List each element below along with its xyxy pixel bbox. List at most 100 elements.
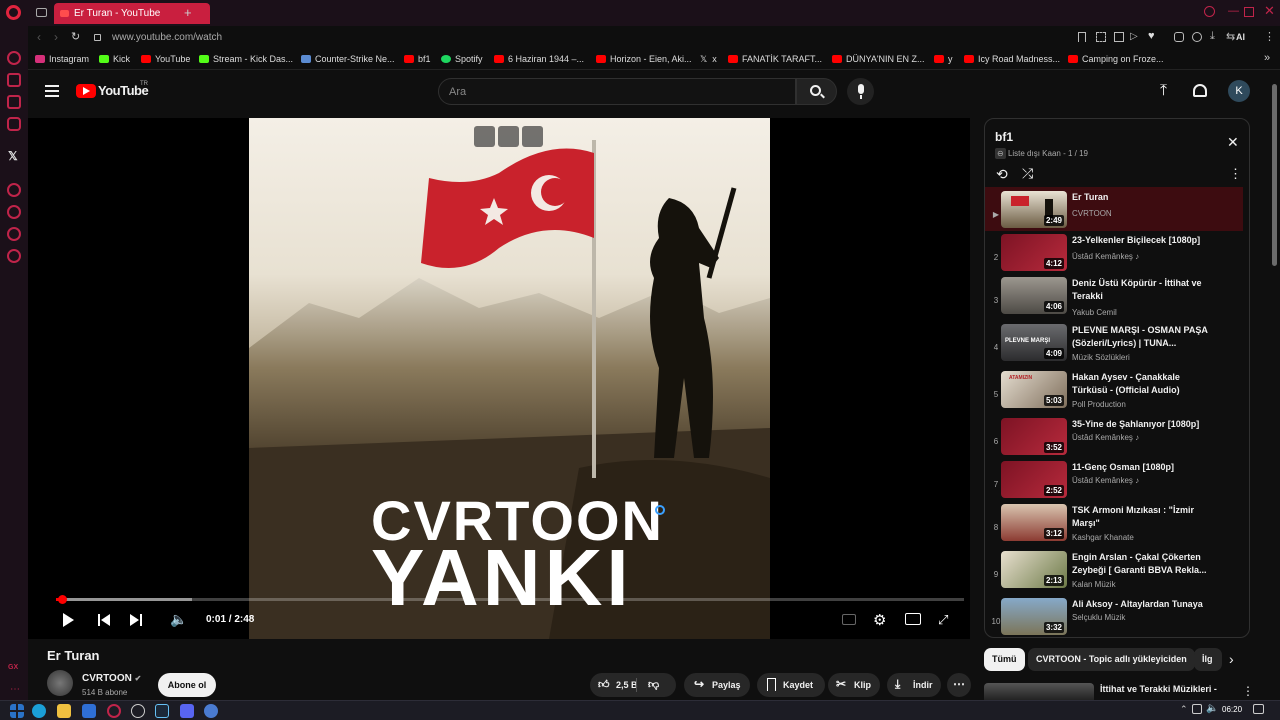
ai-button[interactable]: AI xyxy=(1236,32,1245,42)
bookmark-item[interactable]: Spotify xyxy=(441,54,483,64)
edge-browser-icon[interactable] xyxy=(32,704,46,718)
like-button[interactable]: 👍︎ 2,5 B 👎︎ xyxy=(590,673,676,697)
settings-icon[interactable] xyxy=(7,249,21,263)
channel-name[interactable]: CVRTOON ✔ xyxy=(82,673,141,684)
video-artwork[interactable]: CVRTOON YANKI xyxy=(249,118,770,639)
chip-all[interactable]: Tümü xyxy=(984,648,1025,671)
whatsapp-icon[interactable] xyxy=(7,227,21,241)
chip-uploader[interactable]: CVRTOON - Topic adlı yükleyiciden xyxy=(1028,648,1195,671)
bookmark-item[interactable]: Kick xyxy=(99,54,130,64)
search-input[interactable]: Ara xyxy=(438,78,796,105)
miniplayer-button[interactable] xyxy=(474,126,495,147)
clock-time[interactable]: 06:20 xyxy=(1222,705,1242,714)
file-explorer-icon[interactable] xyxy=(57,704,71,718)
network-icon[interactable] xyxy=(1192,704,1202,714)
bookmark-item[interactable]: y xyxy=(934,54,953,64)
x-twitter-icon[interactable]: 𝕏 xyxy=(8,149,18,163)
bookmark-item[interactable]: Stream - Kick Das... xyxy=(199,54,293,64)
playlist-item[interactable]: 6 3:52 35-Yine de Şahlanıyor [1080p] Üst… xyxy=(985,418,1243,461)
bookmark-item[interactable]: bf1 xyxy=(404,54,431,64)
upload-icon[interactable]: ⤒ xyxy=(1160,82,1167,100)
heart-icon[interactable]: ♥ xyxy=(1148,30,1155,42)
bookmark-item[interactable]: Counter-Strike Ne... xyxy=(301,54,395,64)
avatar[interactable]: K xyxy=(1228,80,1250,102)
bookmark-item[interactable]: Icy Road Madness... xyxy=(964,54,1060,64)
thumbs-down-icon[interactable]: 👎︎ xyxy=(648,678,659,691)
play-icon[interactable]: ▷ xyxy=(1130,31,1138,42)
previous-button[interactable] xyxy=(98,613,112,627)
more-actions-button[interactable]: ⋯ xyxy=(947,673,971,697)
tab-snap-icon[interactable] xyxy=(1114,32,1124,42)
progress-bar[interactable] xyxy=(56,595,964,604)
next-in-queue-button[interactable] xyxy=(498,126,519,147)
extensions-icon[interactable] xyxy=(1174,32,1184,42)
progress-scrubber[interactable] xyxy=(58,595,67,604)
recommendation-thumbnail[interactable] xyxy=(984,683,1094,700)
theater-mode-button[interactable] xyxy=(905,613,921,625)
subtitles-button[interactable] xyxy=(842,614,856,625)
save-button[interactable]: Kaydet xyxy=(757,673,825,697)
forward-icon[interactable]: › xyxy=(54,30,58,44)
reload-icon[interactable]: ↻ xyxy=(71,30,80,43)
playlist-item[interactable]: 7 2:52 11-Genç Osman [1080p] Üstâd Kemân… xyxy=(985,461,1243,504)
minimize-button[interactable]: — xyxy=(1228,5,1239,17)
back-icon[interactable]: ‹ xyxy=(37,30,41,44)
bookmark-item[interactable]: Horizon - Eien, Aki... xyxy=(596,54,692,64)
bookmark-item[interactable]: FANATİK TARAFT... xyxy=(728,54,822,64)
bookmark-item[interactable]: DÜNYA'NIN EN Z... xyxy=(832,54,925,64)
playlist-item[interactable]: 9 2:13 Engin Arslan - Çakal Çökerten Zey… xyxy=(985,551,1243,594)
playlist-item[interactable]: 10 3:32 Ali Aksoy - Altaylardan Tunaya S… xyxy=(985,598,1243,637)
extension2-icon[interactable] xyxy=(1192,32,1202,42)
clock-app-icon[interactable] xyxy=(131,704,145,718)
crypto-wallet-icon[interactable] xyxy=(7,73,21,87)
chip-related[interactable]: İlg xyxy=(1194,648,1222,671)
history-icon[interactable] xyxy=(7,205,21,219)
discord-icon[interactable] xyxy=(180,704,194,718)
playlist-scroll[interactable]: ▶ 2:49 Er Turan CVRTOON 2 4:12 23-Yelken… xyxy=(985,187,1243,637)
playlist-item[interactable]: 8 3:12 TSK Armoni Mızıkası : "İzmir Marş… xyxy=(985,504,1243,547)
close-playlist-icon[interactable]: ✕ xyxy=(1227,134,1239,151)
play-button[interactable] xyxy=(63,613,74,627)
tray-chevron-icon[interactable]: ⌃ xyxy=(1180,704,1188,715)
mail-icon[interactable] xyxy=(82,704,96,718)
bookmark-item[interactable]: 𝕏x xyxy=(700,54,717,65)
hamburger-menu-icon[interactable] xyxy=(45,85,59,97)
app-taskbar-icon[interactable] xyxy=(204,704,218,718)
channel-avatar[interactable] xyxy=(47,670,73,696)
playlist-item[interactable]: 3 4:06 Deniz Üstü Köpürür - İttihat ve T… xyxy=(985,277,1243,320)
recommendation-title[interactable]: İttihat ve Terakki Müzikleri - xyxy=(1100,684,1217,694)
bookmark-item[interactable]: Camping on Froze... xyxy=(1068,54,1164,64)
search-button[interactable] xyxy=(796,78,837,105)
start-windows-icon[interactable] xyxy=(10,704,24,718)
url-field[interactable]: www.youtube.com/watch xyxy=(112,32,222,43)
share-button[interactable]: ↪ Paylaş xyxy=(684,673,750,697)
instagram-icon[interactable] xyxy=(7,117,21,131)
fullscreen-icon[interactable]: ⤢ xyxy=(938,612,948,628)
playlist-item[interactable]: 2 4:12 23-Yelkenler Biçilecek [1080p] Üs… xyxy=(985,234,1243,277)
voice-search-button[interactable] xyxy=(847,78,874,105)
playlist-menu-icon[interactable]: ⋮ xyxy=(1229,166,1242,182)
maximize-button[interactable] xyxy=(1244,7,1254,17)
recommendation-menu-icon[interactable]: ⋮ xyxy=(1242,684,1254,698)
browser-menu-icon[interactable]: ⋮ xyxy=(1264,30,1275,43)
chips-next-icon[interactable]: › xyxy=(1229,651,1234,667)
steam-icon[interactable] xyxy=(155,704,169,718)
next-button[interactable] xyxy=(130,613,144,627)
bookmark-page-icon[interactable] xyxy=(1078,32,1086,42)
gx-icon[interactable]: GX xyxy=(8,664,18,671)
download-button[interactable]: ⤓ İndir xyxy=(887,673,941,697)
subscribe-button[interactable]: Abone ol xyxy=(158,673,216,697)
opera-logo-icon[interactable] xyxy=(6,5,21,20)
player-icon[interactable] xyxy=(7,183,21,197)
notifications-bell-icon[interactable] xyxy=(1193,84,1207,97)
playlist-item[interactable]: ▶ 2:49 Er Turan CVRTOON xyxy=(985,191,1243,234)
bookmark-item[interactable]: 6 Haziran 1944 –... xyxy=(494,54,584,64)
download-icon[interactable]: ⤓ xyxy=(1210,30,1215,43)
volume-icon[interactable]: 🔈 xyxy=(170,611,187,628)
shuffle-icon[interactable]: ⤮ xyxy=(1022,165,1033,182)
skip-button[interactable] xyxy=(522,126,543,147)
clip-button[interactable]: ✂ Klip xyxy=(828,673,880,697)
more-icon[interactable]: ⋯ xyxy=(10,684,20,695)
close-window-button[interactable]: ✕ xyxy=(1264,3,1275,19)
speaker-icon[interactable]: 🔈 xyxy=(1206,703,1218,714)
